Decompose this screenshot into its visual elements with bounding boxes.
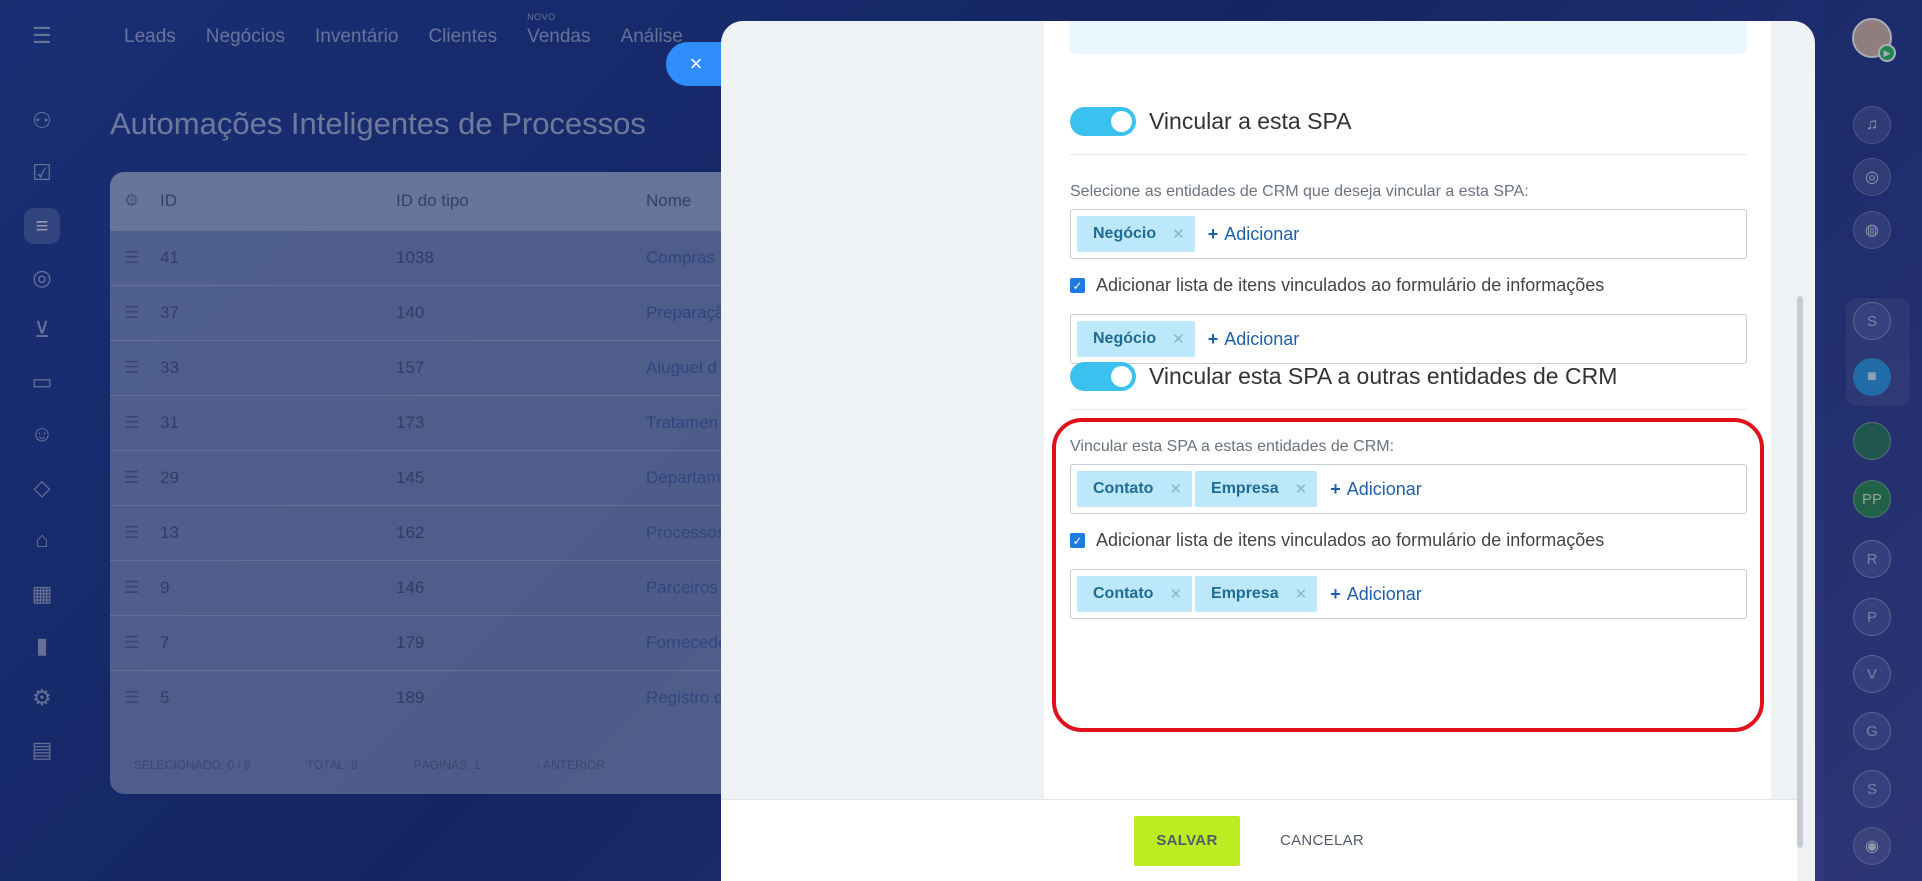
checkbox-label: Adicionar lista de itens vinculados ao f… [1096, 275, 1605, 295]
toggle-knob [1111, 365, 1132, 387]
cancel-button[interactable]: CANCELAR [1260, 816, 1384, 866]
toggle-knob [1111, 110, 1132, 132]
link-to-spa-section: Vincular a esta SPA Selecione as entidad… [1070, 97, 1747, 364]
section-title: Vincular esta SPA a outras entidades de … [1149, 362, 1618, 389]
divider [1070, 409, 1747, 410]
add-label: Adicionar [1224, 223, 1300, 244]
save-button[interactable]: SALVAR [1133, 815, 1240, 866]
entity-tag: Negócio ✕ [1077, 216, 1195, 252]
slider-footer: SALVAR CANCELAR [721, 799, 1797, 881]
add-label: Adicionar [1224, 328, 1300, 349]
tag-label: Negócio [1093, 225, 1157, 242]
entities-selector[interactable]: Negócio ✕ + Adicionar [1070, 209, 1747, 259]
highlight-frame [1052, 418, 1764, 732]
link-spa-to-crm-toggle[interactable] [1070, 361, 1136, 391]
remove-tag-icon[interactable]: ✕ [1172, 225, 1185, 243]
settings-slider: Vincular a esta SPA Selecione as entidad… [721, 21, 1815, 881]
link-to-spa-toggle[interactable] [1070, 106, 1136, 136]
close-icon: × [689, 51, 703, 76]
add-entity-link[interactable]: + Adicionar [1208, 329, 1300, 350]
divider [1070, 154, 1747, 155]
tag-label: Negócio [1093, 330, 1157, 347]
section-title: Vincular a esta SPA [1149, 107, 1352, 134]
add-entity-link[interactable]: + Adicionar [1208, 224, 1300, 245]
plus-icon: + [1207, 328, 1219, 349]
close-slider-button[interactable]: × [666, 42, 726, 86]
field-label: Selecione as entidades de CRM que deseja… [1070, 183, 1529, 200]
add-linked-items-option[interactable]: ✓ Adicionar lista de itens vinculados ao… [1070, 275, 1747, 296]
checkbox-checked[interactable]: ✓ [1070, 278, 1085, 293]
scrollbar[interactable] [1797, 296, 1803, 848]
plus-icon: + [1207, 223, 1219, 244]
info-banner [1069, 21, 1747, 54]
remove-tag-icon[interactable]: ✕ [1172, 330, 1185, 348]
